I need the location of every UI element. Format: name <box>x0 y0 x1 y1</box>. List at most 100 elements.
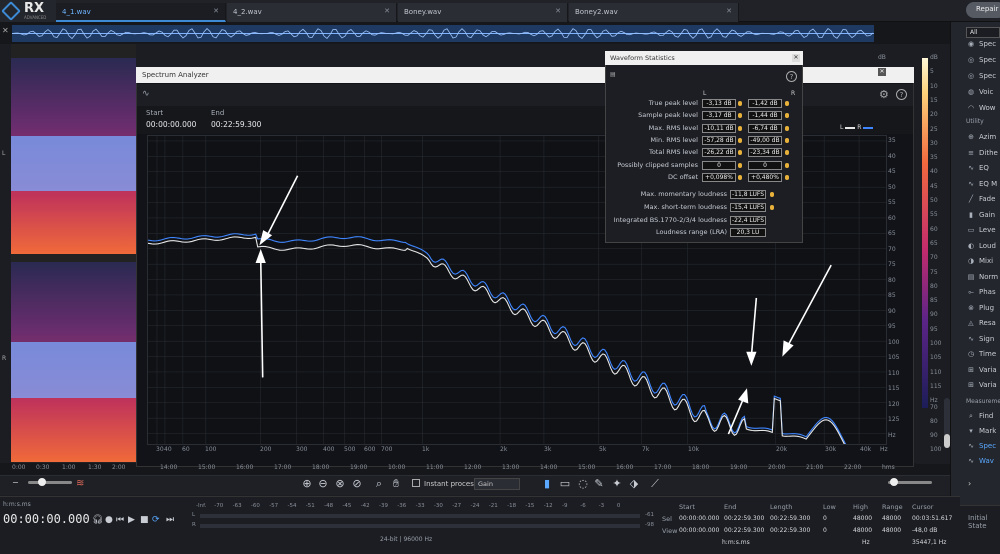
module-item[interactable]: ▾ Mark <box>966 427 996 435</box>
meter-tick: 70 <box>930 404 938 411</box>
repair-button[interactable]: Repair <box>966 2 1000 18</box>
selection-value[interactable]: 00:00:00.000 <box>679 515 719 522</box>
history-initial-state[interactable]: Initial State <box>968 514 1000 530</box>
zoom-out-icon[interactable]: − <box>12 478 19 487</box>
frequency-value[interactable]: 0 <box>823 515 827 522</box>
tab-file-2[interactable]: 4_2.wav ✕ <box>227 3 397 22</box>
view-value[interactable]: 00:22:59.300 <box>770 527 810 534</box>
close-icon[interactable]: ✕ <box>726 7 732 15</box>
close-icon[interactable]: ✕ <box>555 7 561 15</box>
stop-icon[interactable]: ■ <box>140 515 149 525</box>
level-tick: -27 <box>452 503 462 509</box>
instant-process-checkbox[interactable] <box>412 479 420 487</box>
time-selection-icon[interactable]: ▮ <box>540 477 554 491</box>
meter-tick: 60 <box>930 225 938 233</box>
module-item[interactable]: ◷ Time <box>966 350 996 358</box>
module-item[interactable]: ◑ Mixi <box>966 257 993 265</box>
tab-file-1[interactable]: 4_1.wav ✕ <box>56 3 226 22</box>
zoom-out-icon[interactable]: ⊖ <box>316 477 330 491</box>
module-item[interactable]: ⊞ Varia <box>966 366 997 374</box>
rewind-icon[interactable]: ⏮︎ <box>116 515 124 525</box>
view-value[interactable]: 00:00:00.000 <box>679 527 719 534</box>
module-item[interactable]: ∿ Spec <box>966 442 996 450</box>
module-item[interactable]: ◎ Spec <box>966 56 996 64</box>
meter-tick: 25 <box>930 125 938 133</box>
meter-tick: 20 <box>930 111 938 119</box>
zoom-fit-icon[interactable]: ⊘ <box>350 477 364 491</box>
module-item[interactable]: ∿ Wav <box>966 457 994 465</box>
module-item[interactable]: ∿ EQ <box>966 164 989 172</box>
waveform-icon[interactable]: ≋ <box>76 478 84 489</box>
collapse-icon[interactable]: ✕ <box>2 26 9 35</box>
module-filter-select[interactable]: All <box>966 27 1000 38</box>
module-item[interactable]: ▮ Gain <box>966 211 995 219</box>
loudness-value: -15,4 LUFS <box>730 202 766 212</box>
frequency-view-value[interactable]: 0 <box>823 527 827 534</box>
module-item[interactable]: ⌕ Find <box>966 412 993 421</box>
frequency-zoom-slider[interactable] <box>888 478 932 486</box>
chevron-right-icon[interactable]: › <box>968 479 971 488</box>
magic-wand-icon[interactable]: ✦ <box>610 477 624 491</box>
module-item[interactable]: ◬ Resa <box>966 319 996 327</box>
instant-process-mode-select[interactable]: Gain <box>474 478 520 490</box>
annotation-arrow <box>750 297 758 357</box>
module-item[interactable]: ⊞ Varia <box>966 381 997 389</box>
zoom-selection-icon[interactable]: ⊗ <box>333 477 347 491</box>
close-icon[interactable]: ✕ <box>384 7 390 15</box>
frequency-value[interactable]: 48000 <box>882 515 901 522</box>
headphones-icon[interactable]: 🎧︎ <box>92 515 103 525</box>
module-item[interactable]: ◠ Wow <box>966 104 996 112</box>
record-icon[interactable]: ● <box>105 515 113 525</box>
zoom-in-icon[interactable]: ⊕ <box>300 477 314 491</box>
waveform-statistics-title[interactable]: Waveform Statistics <box>605 51 803 65</box>
hand-tool-icon[interactable]: ✋︎ <box>389 477 403 491</box>
view-value[interactable]: 00:22:59.300 <box>724 527 764 534</box>
module-item[interactable]: ◎ Spec <box>966 72 996 80</box>
module-item[interactable]: ⊗ Plug <box>966 304 994 312</box>
close-icon[interactable]: ✕ <box>213 7 219 15</box>
time-format-label[interactable]: h:m:s.ms <box>3 501 31 508</box>
close-icon[interactable]: ✕ <box>792 54 800 62</box>
close-icon[interactable]: ✕ <box>878 68 886 76</box>
module-item[interactable]: ◐ Loud <box>966 242 996 250</box>
link-icon[interactable]: ⟋ <box>648 477 662 491</box>
spectrogram-view[interactable] <box>11 44 136 464</box>
help-icon[interactable]: ? <box>896 89 907 100</box>
skip-end-icon[interactable]: ⏭︎ <box>166 515 174 525</box>
module-item[interactable]: ▭ Leve <box>966 226 996 234</box>
brush-icon[interactable]: ✎ <box>592 477 606 491</box>
module-item[interactable]: ∿ Sign <box>966 335 994 343</box>
module-item[interactable]: ╱ Fade <box>966 195 996 203</box>
help-icon[interactable]: ? <box>786 71 797 82</box>
selection-value[interactable]: 00:22:59.300 <box>770 515 810 522</box>
module-item[interactable]: ⊕ Azim <box>966 133 996 141</box>
module-label: Varia <box>979 365 997 374</box>
harmonic-icon[interactable]: ⬗ <box>627 477 641 491</box>
frequency-selection-icon[interactable]: ▭ <box>558 477 572 491</box>
module-item[interactable]: ▤ Norm <box>966 273 998 281</box>
gear-icon[interactable]: ⚙ <box>879 88 889 101</box>
db-tick: 125 <box>888 416 900 423</box>
tab-file-4[interactable]: Boney2.wav ✕ <box>569 3 739 22</box>
module-icon: ◎ <box>967 56 975 64</box>
module-item[interactable]: ◉ Spec <box>966 40 996 48</box>
frequency-view-value[interactable]: 48000 <box>882 527 901 534</box>
frequency-value[interactable]: 48000 <box>853 515 872 522</box>
statistic-label: Total RMS level <box>648 148 698 157</box>
frequency-view-value[interactable]: 48000 <box>853 527 872 534</box>
loop-icon[interactable]: ⟳ <box>152 515 160 525</box>
tab-file-3[interactable]: Boney.wav ✕ <box>398 3 568 22</box>
selection-value[interactable]: 00:22:59.300 <box>724 515 764 522</box>
module-icon: ≡ <box>968 148 974 157</box>
play-icon[interactable]: ▶ <box>128 515 135 525</box>
module-item[interactable]: ⟜ Phas <box>966 288 995 297</box>
zoom-tool-icon[interactable]: ⌕ <box>372 477 386 491</box>
rx-logo: RX ADVANCED <box>0 0 56 22</box>
lasso-icon[interactable]: ◌ <box>576 477 590 491</box>
frequency-header: High <box>853 503 868 511</box>
overview-waveform[interactable] <box>11 25 874 42</box>
module-item[interactable]: ◍ Voic <box>966 88 993 96</box>
module-item[interactable]: ≡ Dithe <box>966 149 998 157</box>
horizontal-zoom-slider[interactable] <box>28 478 72 486</box>
module-item[interactable]: ∿ EQ M <box>966 180 997 188</box>
